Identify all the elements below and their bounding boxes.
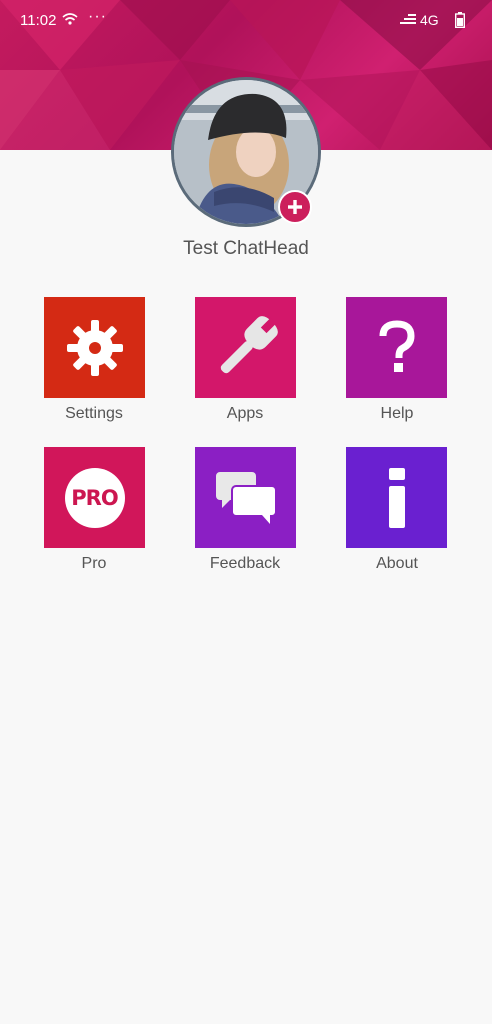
gear-icon [66,319,123,376]
help-tile[interactable] [346,297,447,398]
status-bar: 11:02 ··· 4G [0,0,492,42]
apps-tile[interactable] [195,297,296,398]
about-tile[interactable] [346,447,447,548]
avatar-container [171,77,321,227]
about-label: About [376,555,418,572]
battery-icon [454,12,466,32]
wifi-icon [62,12,78,30]
feedback-tile[interactable] [195,447,296,548]
settings-tile[interactable] [44,297,145,398]
chat-bubbles-icon [215,471,277,524]
pro-label: Pro [81,555,107,572]
add-photo-button[interactable] [278,190,312,224]
feedback-label: Feedback [209,555,281,572]
settings-label: Settings [65,405,123,422]
network-type: 4G [420,12,439,28]
plus-icon [288,200,302,214]
more-notifications-icon: ··· [88,8,107,25]
info-icon [388,467,405,528]
wrench-icon [220,315,278,373]
pro-tile[interactable]: PRO [44,447,145,548]
signal-icon [400,13,416,31]
help-label: Help [380,405,414,422]
pro-badge-icon: PRO [64,467,125,528]
apps-label: Apps [226,405,264,422]
profile-name: Test ChatHead [183,238,309,259]
status-time: 11:02 [20,12,57,29]
question-icon [379,319,415,372]
